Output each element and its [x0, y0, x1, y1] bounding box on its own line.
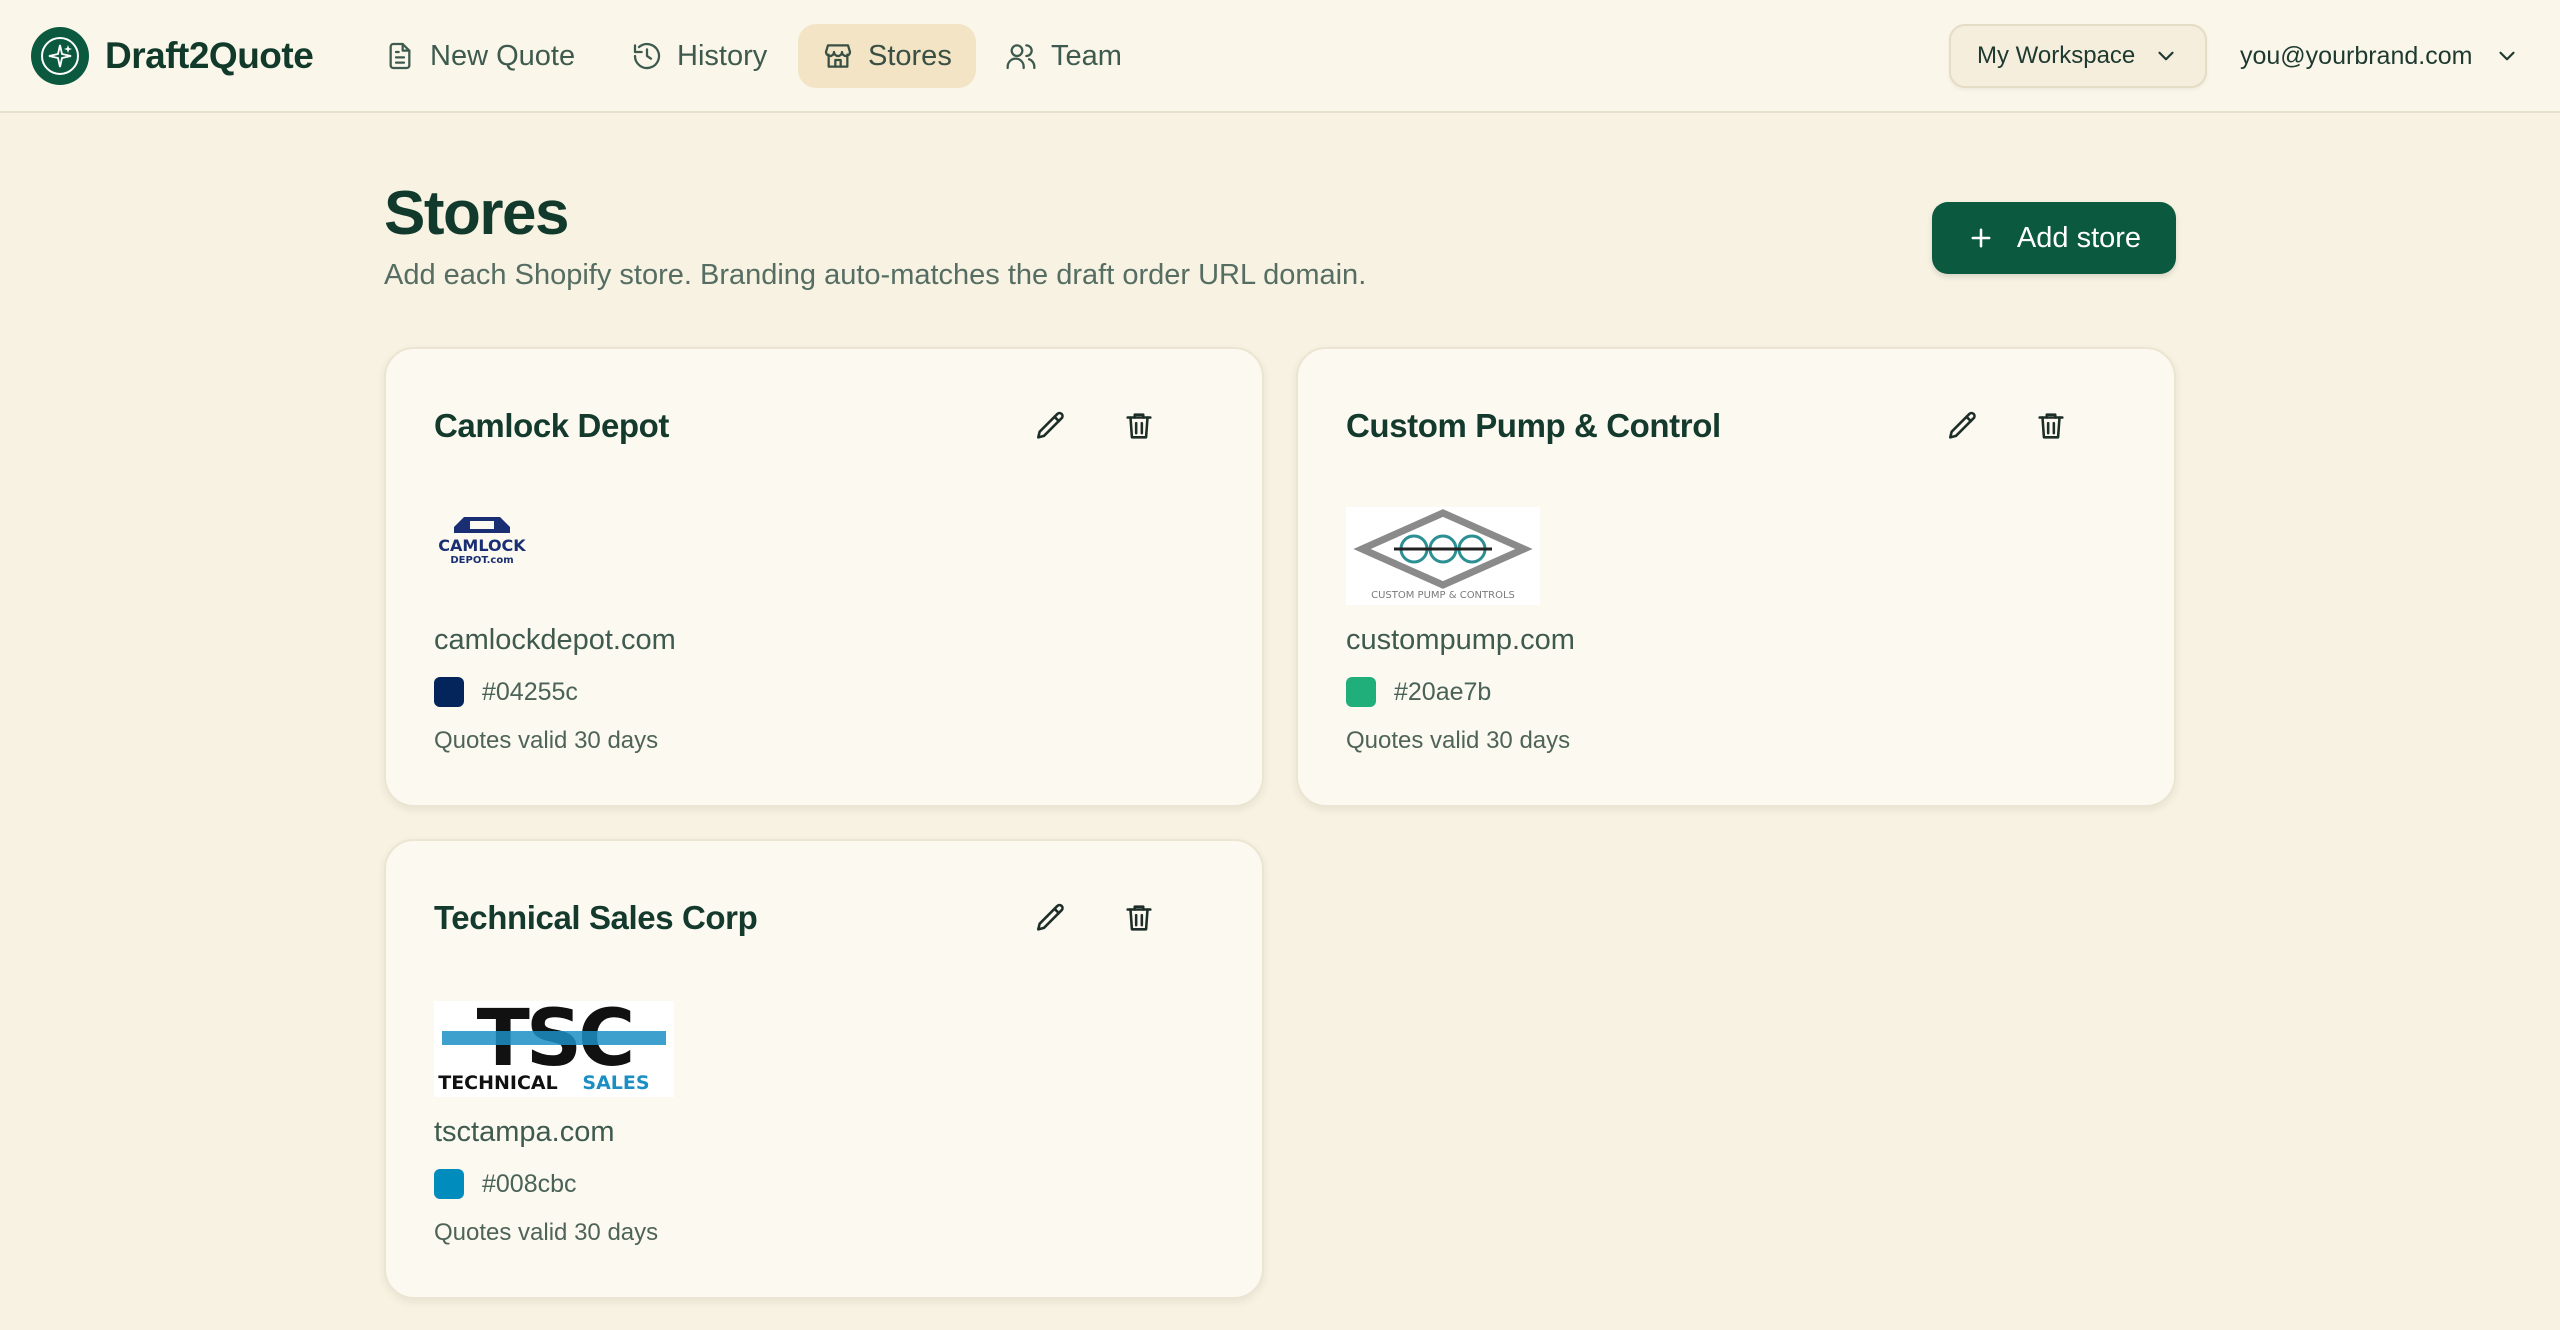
top-navigation-bar: Draft2Quote New Quote History Stores Tea… — [0, 0, 2560, 113]
brand-name: Draft2Quote — [105, 35, 314, 76]
store-name: Technical Sales Corp — [434, 899, 758, 936]
pencil-icon — [1948, 411, 1976, 439]
page-title: Stores — [384, 179, 569, 248]
quote-validity: Quotes valid 30 days — [434, 727, 659, 754]
nav-team-label: Team — [1051, 39, 1122, 72]
trash-icon — [2038, 413, 2064, 439]
svg-text:SALES: SALES — [582, 1072, 649, 1094]
users-icon — [1006, 44, 1036, 70]
history-icon — [633, 42, 661, 70]
color-swatch — [434, 677, 464, 707]
store-logo: CAMLOCK DEPOT.com — [434, 509, 530, 578]
brand-color: #20ae7b — [1346, 677, 1491, 707]
trash-icon — [1126, 905, 1152, 931]
store-card: Custom Pump & Control CUSTOM PUMP & CONT… — [1296, 347, 2176, 807]
store-domain: camlockdepot.com — [434, 624, 676, 656]
nav-team[interactable]: Team — [981, 24, 1146, 88]
add-store-button[interactable]: Add store — [1932, 202, 2176, 274]
color-swatch — [1346, 677, 1376, 707]
nav-history[interactable]: History — [607, 24, 791, 88]
add-store-label: Add store — [2016, 221, 2142, 254]
pencil-icon — [1036, 411, 1064, 439]
page-subtitle: Add each Shopify store. Branding auto-ma… — [384, 259, 1367, 291]
plus-icon — [1971, 228, 1991, 248]
store-card: Camlock Depot CAMLOCK DEPOT.com camlockd… — [384, 347, 1264, 807]
store-logo: CUSTOM PUMP & CONTROLS — [1346, 507, 1540, 610]
workspace-selector[interactable]: My Workspace — [1949, 24, 2207, 88]
store-logo: TSC TECHNICAL SALES — [434, 994, 674, 1102]
nav-history-label: History — [677, 39, 768, 72]
delete-store-button[interactable] — [1114, 893, 1164, 943]
pencil-icon — [1036, 903, 1064, 931]
trash-icon — [1126, 413, 1152, 439]
brand-color: #04255c — [434, 677, 578, 707]
document-icon — [389, 42, 411, 70]
edit-store-button[interactable] — [1938, 401, 1988, 451]
account-menu[interactable]: you@yourbrand.com — [2240, 24, 2520, 88]
nav-new-quote-label: New Quote — [430, 39, 576, 72]
store-domain: tsctampa.com — [434, 1116, 615, 1148]
account-email: you@yourbrand.com — [2240, 41, 2473, 70]
svg-text:DEPOT.com: DEPOT.com — [450, 555, 513, 566]
edit-store-button[interactable] — [1026, 401, 1076, 451]
store-card: Technical Sales Corp TSC TECHNICAL SALES… — [384, 839, 1264, 1299]
nav-stores-label: Stores — [868, 39, 952, 72]
chevron-down-icon — [2158, 51, 2174, 61]
store-icon — [824, 44, 852, 68]
svg-text:TECHNICAL: TECHNICAL — [438, 1072, 558, 1094]
nav-stores[interactable]: Stores — [798, 24, 976, 88]
brand[interactable]: Draft2Quote — [31, 27, 314, 85]
svg-text:CAMLOCK: CAMLOCK — [438, 536, 526, 555]
store-name: Custom Pump & Control — [1346, 407, 1721, 444]
edit-store-button[interactable] — [1026, 893, 1076, 943]
color-hex: #04255c — [482, 677, 578, 706]
store-domain: custompump.com — [1346, 624, 1575, 656]
chevron-down-icon — [2499, 51, 2516, 61]
store-name: Camlock Depot — [434, 407, 670, 444]
workspace-label: My Workspace — [1977, 42, 2136, 69]
delete-store-button[interactable] — [1114, 401, 1164, 451]
nav-new-quote[interactable]: New Quote — [360, 24, 599, 88]
brand-color: #008cbc — [434, 1169, 577, 1199]
color-swatch — [434, 1169, 464, 1199]
quote-validity: Quotes valid 30 days — [434, 1219, 659, 1246]
quote-validity: Quotes valid 30 days — [1346, 727, 1571, 754]
svg-text:CUSTOM PUMP & CONTROLS: CUSTOM PUMP & CONTROLS — [1371, 590, 1515, 601]
color-hex: #008cbc — [482, 1169, 577, 1198]
color-hex: #20ae7b — [1394, 677, 1492, 706]
brand-logo-icon — [31, 27, 89, 85]
delete-store-button[interactable] — [2026, 401, 2076, 451]
